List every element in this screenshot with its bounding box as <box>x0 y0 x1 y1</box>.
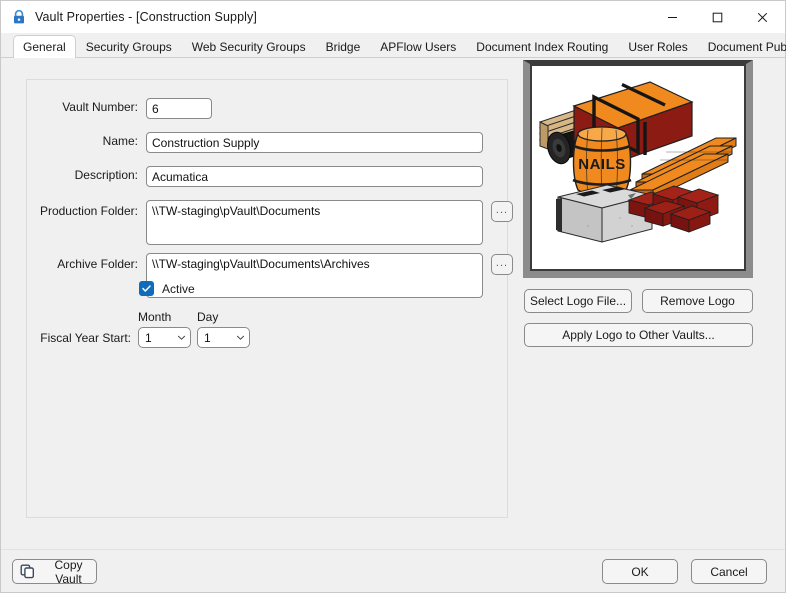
title-bar: Vault Properties - [Construction Supply] <box>1 1 785 33</box>
production-folder-browse-button[interactable]: ... <box>491 201 513 222</box>
vault-properties-window: Vault Properties - [Construction Supply]… <box>0 0 786 593</box>
minimize-button[interactable] <box>650 1 695 33</box>
close-button[interactable] <box>740 1 785 33</box>
general-tab-panel: Vault Number: Name: Description: Product… <box>1 58 785 592</box>
tab-security-groups[interactable]: Security Groups <box>76 35 182 58</box>
archive-folder-label: Archive Folder: <box>57 257 138 271</box>
description-input[interactable] <box>146 166 483 187</box>
active-checkbox-row[interactable]: Active <box>139 281 195 296</box>
archive-folder-browse-button[interactable]: ... <box>491 254 513 275</box>
name-input[interactable] <box>146 132 483 153</box>
name-row: Name: <box>53 132 483 153</box>
fiscal-year-start-row: Fiscal Year Start: 1 1 <box>26 327 250 349</box>
fiscal-year-start-label: Fiscal Year Start: <box>40 331 131 345</box>
copy-icon <box>20 564 35 579</box>
vault-number-label: Vault Number: <box>62 100 138 114</box>
fiscal-month-select[interactable]: 1 <box>138 327 191 348</box>
copy-vault-button[interactable]: Copy Vault <box>12 557 97 586</box>
day-column-header: Day <box>197 310 219 324</box>
dialog-footer: Copy Vault OK Cancel <box>1 549 785 592</box>
tab-document-index-routing[interactable]: Document Index Routing <box>466 35 618 58</box>
name-label: Name: <box>102 134 138 148</box>
vault-number-row: Vault Number: <box>53 98 212 119</box>
description-label: Description: <box>74 168 138 182</box>
tab-strip: General Security Groups Web Security Gro… <box>1 33 786 58</box>
active-label: Active <box>162 281 195 296</box>
vault-logo-image: NAILS <box>530 64 746 271</box>
active-checkbox[interactable] <box>139 281 154 296</box>
lock-icon <box>11 9 27 25</box>
copy-vault-label: Copy Vault <box>54 557 83 586</box>
tab-apflow-users[interactable]: APFlow Users <box>370 35 466 58</box>
maximize-button[interactable] <box>695 1 740 33</box>
production-folder-label: Production Folder: <box>39 204 138 218</box>
archive-folder-row: Archive Folder: ... <box>26 253 513 298</box>
svg-text:NAILS: NAILS <box>578 156 626 173</box>
window-title: Vault Properties - [Construction Supply] <box>35 10 257 24</box>
tab-document-publishing[interactable]: Document Publishing <box>698 35 786 58</box>
select-logo-file-button[interactable]: Select Logo File... <box>524 289 632 313</box>
ok-button[interactable]: OK <box>602 559 678 584</box>
apply-logo-to-other-vaults-button[interactable]: Apply Logo to Other Vaults... <box>524 323 753 347</box>
description-row: Description: <box>53 166 483 187</box>
vault-number-input[interactable] <box>146 98 212 119</box>
remove-logo-button[interactable]: Remove Logo <box>642 289 753 313</box>
cancel-button[interactable]: Cancel <box>691 559 767 584</box>
vault-logo-frame: NAILS <box>523 60 753 278</box>
check-icon <box>142 285 151 292</box>
tab-web-security-groups[interactable]: Web Security Groups <box>182 35 316 58</box>
chevron-down-icon <box>235 333 245 343</box>
chevron-down-icon <box>176 333 186 343</box>
month-column-header: Month <box>138 310 172 324</box>
construction-supply-clipart: NAILS <box>532 66 744 269</box>
fiscal-day-select[interactable]: 1 <box>197 327 250 348</box>
tab-user-roles[interactable]: User Roles <box>618 35 697 58</box>
fiscal-month-value: 1 <box>145 330 152 345</box>
tab-general[interactable]: General <box>13 35 76 58</box>
archive-folder-input[interactable] <box>146 253 483 298</box>
tab-bridge[interactable]: Bridge <box>316 35 371 58</box>
production-folder-input[interactable] <box>146 200 483 245</box>
production-folder-row: Production Folder: ... <box>26 200 513 245</box>
fiscal-day-value: 1 <box>204 330 211 345</box>
window-controls <box>650 1 785 33</box>
